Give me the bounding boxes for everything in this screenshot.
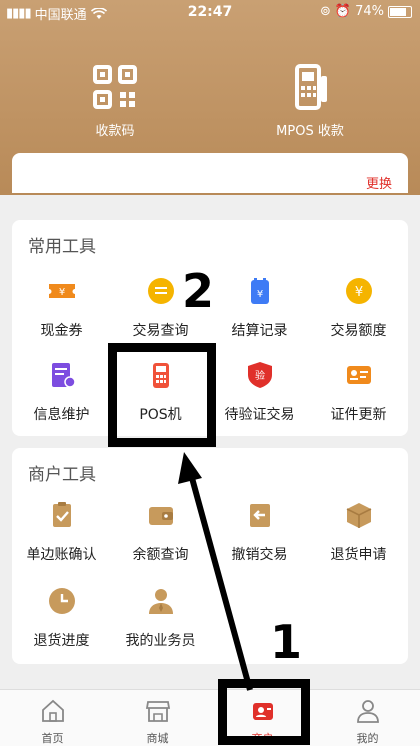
annotation-arrow xyxy=(178,452,253,691)
